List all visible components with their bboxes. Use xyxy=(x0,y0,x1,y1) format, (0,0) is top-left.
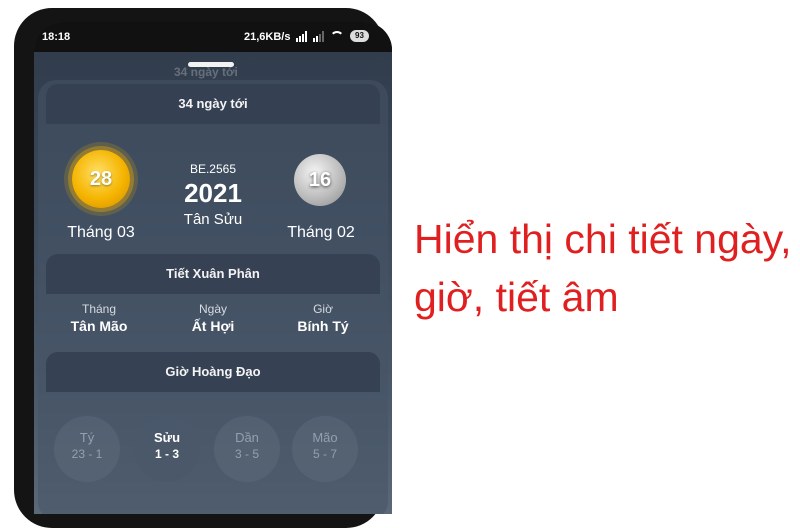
auspicious-hours-header: Giờ Hoàng Đạo xyxy=(46,352,380,392)
can-chi-hour: Giờ Bính Tý xyxy=(268,302,378,334)
calendar-detail-sheet: 34 ngày tới 28 Tháng 03 BE.2565 2021 Tân… xyxy=(38,80,388,514)
hour-suu[interactable]: Sửu 1 - 3 xyxy=(134,416,200,482)
hour-name: Dần xyxy=(235,430,259,445)
signal-4g-icon xyxy=(296,30,307,42)
drag-handle[interactable] xyxy=(188,62,234,67)
can-chi-label: Giờ xyxy=(313,302,333,316)
background-header-text: 34 ngày tới xyxy=(174,65,238,79)
auspicious-hours-list: Tý 23 - 1 Sửu 1 - 3 Dần 3 - 5 Mão 5 - 7 xyxy=(38,408,388,488)
can-chi-year: Tân Sửu xyxy=(183,211,243,228)
hour-ty[interactable]: Tý 23 - 1 xyxy=(54,416,120,482)
hour-range: 23 - 1 xyxy=(71,447,103,461)
can-chi-value: Tân Mão xyxy=(70,318,128,334)
sun-icon: 28 xyxy=(72,150,130,208)
year: 2021 xyxy=(184,178,242,208)
can-chi-value: Bính Tý xyxy=(297,318,349,334)
moon-icon: 16 xyxy=(294,154,346,206)
can-chi-label: Ngày xyxy=(198,302,227,316)
signal-icon xyxy=(313,30,324,42)
solar-day: 28 xyxy=(89,168,113,190)
lunar-day: 16 xyxy=(308,169,332,191)
can-chi-row: Tháng Tân Mão Ngày Ất Hợi Giờ Bính Tý xyxy=(38,302,388,346)
network-speed: 21,6KB/s xyxy=(244,31,291,43)
hour-range: 3 - 5 xyxy=(234,447,259,461)
can-chi-label: Tháng xyxy=(81,302,117,316)
phone-screen: 18:18 21,6KB/s 93 34 ngày tới 34 ngày tớ… xyxy=(34,22,392,514)
hour-name: Sửu xyxy=(153,430,181,445)
hour-mao[interactable]: Mão 5 - 7 xyxy=(292,416,358,482)
wifi-icon xyxy=(330,29,344,43)
can-chi-month: Tháng Tân Mão xyxy=(44,302,154,334)
date-overview: 28 Tháng 03 BE.2565 2021 Tân Sửu 16 Thán… xyxy=(38,140,388,241)
hour-range: 1 - 3 xyxy=(154,447,179,461)
year-info: BE.2565 2021 Tân Sửu xyxy=(153,162,273,228)
status-time: 18:18 xyxy=(42,31,71,43)
buddhist-era: BE.2565 xyxy=(189,162,237,176)
solar-term-header: Tiết Xuân Phân xyxy=(46,254,380,294)
can-chi-day: Ngày Ất Hợi xyxy=(158,302,268,334)
countdown-header: 34 ngày tới xyxy=(46,84,380,124)
hour-name: Mão xyxy=(312,430,338,445)
hour-name: Tý xyxy=(79,430,95,445)
battery-icon: 93 xyxy=(350,30,369,42)
lunar-month-label: Tháng 02 xyxy=(287,224,355,241)
feature-caption: Hiển thị chi tiết ngày, giờ, tiết âm xyxy=(414,216,792,320)
hour-dan[interactable]: Dần 3 - 5 xyxy=(214,416,280,482)
solar-month-label: Tháng 03 xyxy=(67,224,135,241)
can-chi-value: Ất Hợi xyxy=(191,318,235,334)
status-icons: 93 xyxy=(296,29,369,43)
status-bar: 18:18 21,6KB/s 93 xyxy=(34,22,392,52)
hour-range: 5 - 7 xyxy=(312,447,337,461)
